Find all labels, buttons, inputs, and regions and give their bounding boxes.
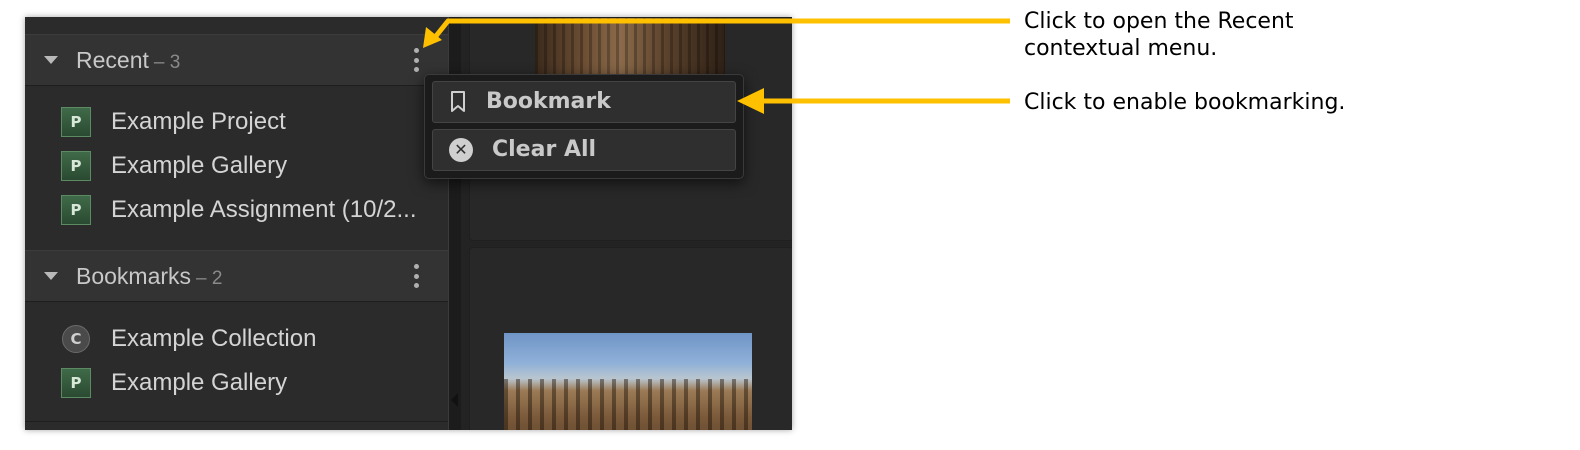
callout-text: Click to open the Recent <box>1024 9 1294 34</box>
callout-arrows <box>423 18 1010 114</box>
arrow-to-bookmark <box>737 88 1010 114</box>
callout-text: Click to enable bookmarking. <box>1024 90 1346 115</box>
arrow-to-kebab <box>423 18 1010 48</box>
callout-enable-bookmarking: Click to enable bookmarking. <box>1024 89 1345 116</box>
callout-text: contextual menu. <box>1024 36 1218 61</box>
callout-open-menu: Click to open the Recent contextual menu… <box>1024 8 1294 62</box>
